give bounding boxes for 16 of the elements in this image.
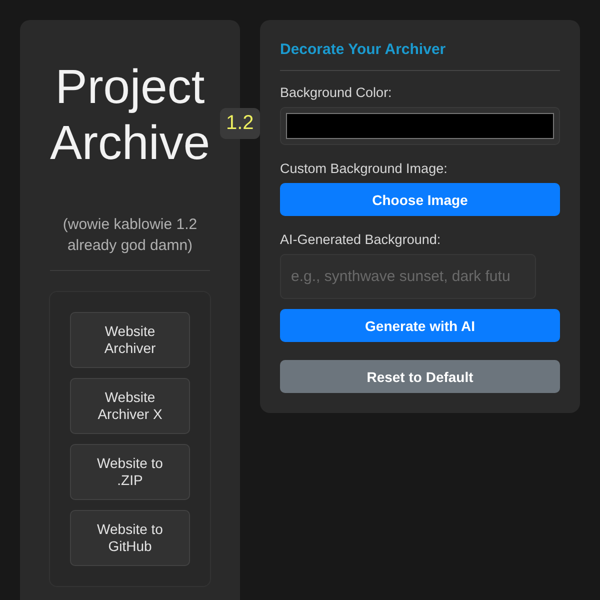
nav-button[interactable]: Website Archiver — [70, 312, 190, 368]
panel-heading: Decorate Your Archiver — [280, 40, 447, 60]
nav-button[interactable]: Website Archiver X — [70, 378, 190, 434]
choose-image-button[interactable]: Choose Image — [280, 183, 560, 216]
subtitle: (wowie kablowie 1.2 already god damn) — [62, 215, 198, 256]
version-badge: 1.2 — [220, 108, 260, 139]
reset-button[interactable]: Reset to Default — [280, 360, 560, 393]
field-label: AI-Generated Background: — [280, 232, 442, 247]
color-field[interactable] — [280, 107, 560, 145]
field-label: Background Color: — [280, 85, 393, 100]
field-label: Custom Background Image: — [280, 161, 448, 176]
generate-button[interactable]: Generate with AI — [280, 309, 560, 342]
nav-button[interactable]: Website to .ZIP — [70, 444, 190, 500]
nav-button[interactable]: Website to GitHub — [70, 510, 190, 566]
prompt-input-field[interactable]: e.g., synthwave sunset, dark futu — [280, 254, 536, 299]
app-title: Project Archive — [48, 60, 212, 172]
